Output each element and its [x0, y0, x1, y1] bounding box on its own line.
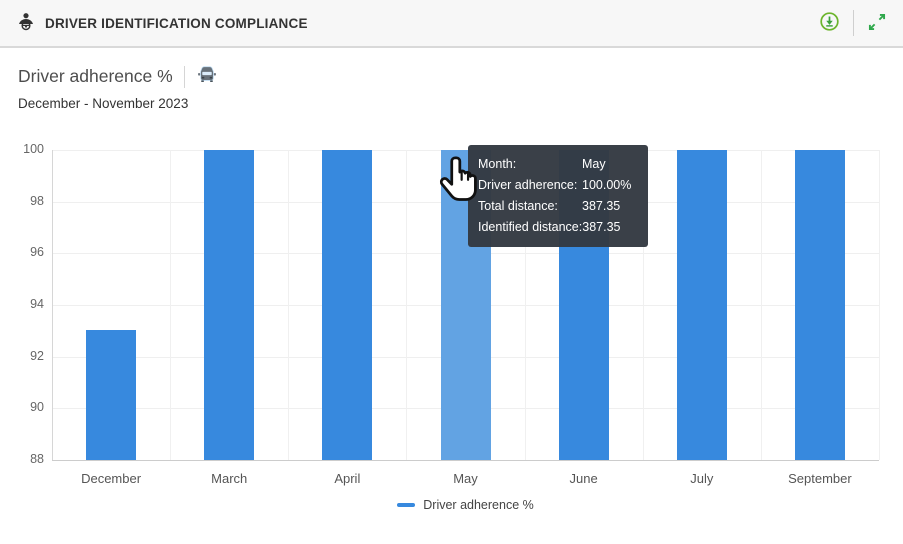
- tooltip-label: Month:: [478, 157, 517, 171]
- tooltip-label: Identified distance:: [478, 220, 583, 234]
- x-axis-label-june: June: [569, 471, 598, 486]
- y-axis-tick-label: 88: [30, 452, 44, 466]
- tooltip-row: Driver adherence: 100.00%: [478, 175, 636, 196]
- tooltip-value: 387.35: [582, 199, 621, 213]
- tooltip-row: Total distance: 387.35: [478, 196, 636, 217]
- tooltip-value: 100.00%: [582, 178, 632, 192]
- bar-march[interactable]: [204, 150, 255, 460]
- x-axis-label-july: July: [690, 471, 714, 486]
- tooltip-value: 387.35: [582, 220, 621, 234]
- x-axis-label-december: December: [81, 471, 142, 486]
- chart-legend[interactable]: Driver adherence %: [52, 498, 879, 512]
- gridline-y-88: [52, 460, 879, 461]
- y-axis-tick-label: 90: [30, 400, 44, 415]
- tooltip-row: Identified distance: 387.35: [478, 217, 636, 238]
- bar-july[interactable]: [676, 150, 727, 460]
- tooltip-label: Total distance:: [478, 199, 558, 213]
- tooltip-label: Driver adherence:: [478, 178, 578, 192]
- bar-april[interactable]: [322, 150, 373, 460]
- gridline-x: [760, 150, 762, 460]
- x-axis-label-march: March: [211, 471, 248, 486]
- x-axis-label-april: April: [334, 471, 361, 486]
- y-axis-tick-label: 100: [23, 142, 44, 156]
- chart-tooltip: Month: May Driver adherence: 100.00% Total d…: [468, 145, 648, 247]
- gridline-x: [288, 150, 290, 460]
- x-axis-label-september: September: [788, 471, 852, 486]
- gridline-x: [406, 150, 408, 460]
- gridline-x: [170, 150, 172, 460]
- y-axis-tick-label: 96: [30, 245, 44, 260]
- tooltip-row: Month: May: [478, 154, 636, 175]
- bar-december[interactable]: [86, 329, 137, 460]
- legend-label: Driver adherence %: [423, 498, 534, 512]
- y-axis-tick-label: 98: [30, 193, 44, 208]
- y-axis-tick-label: 94: [30, 297, 44, 311]
- y-axis-line: [52, 150, 53, 460]
- x-axis-label-may: May: [453, 471, 478, 486]
- y-axis-tick-label: 92: [30, 348, 44, 363]
- gridline-x: [879, 150, 880, 460]
- hand-cursor: [438, 155, 482, 212]
- bar-chart: 88 90 92 94 96 98 100 December March April May June…: [0, 0, 903, 544]
- driver-identification-compliance-widget: DRIVER IDENTIFICATION COMPLIANCE Driver …: [0, 0, 903, 544]
- legend-marker: [397, 503, 416, 507]
- bar-september[interactable]: [794, 150, 845, 460]
- tooltip-value: May: [582, 157, 606, 171]
